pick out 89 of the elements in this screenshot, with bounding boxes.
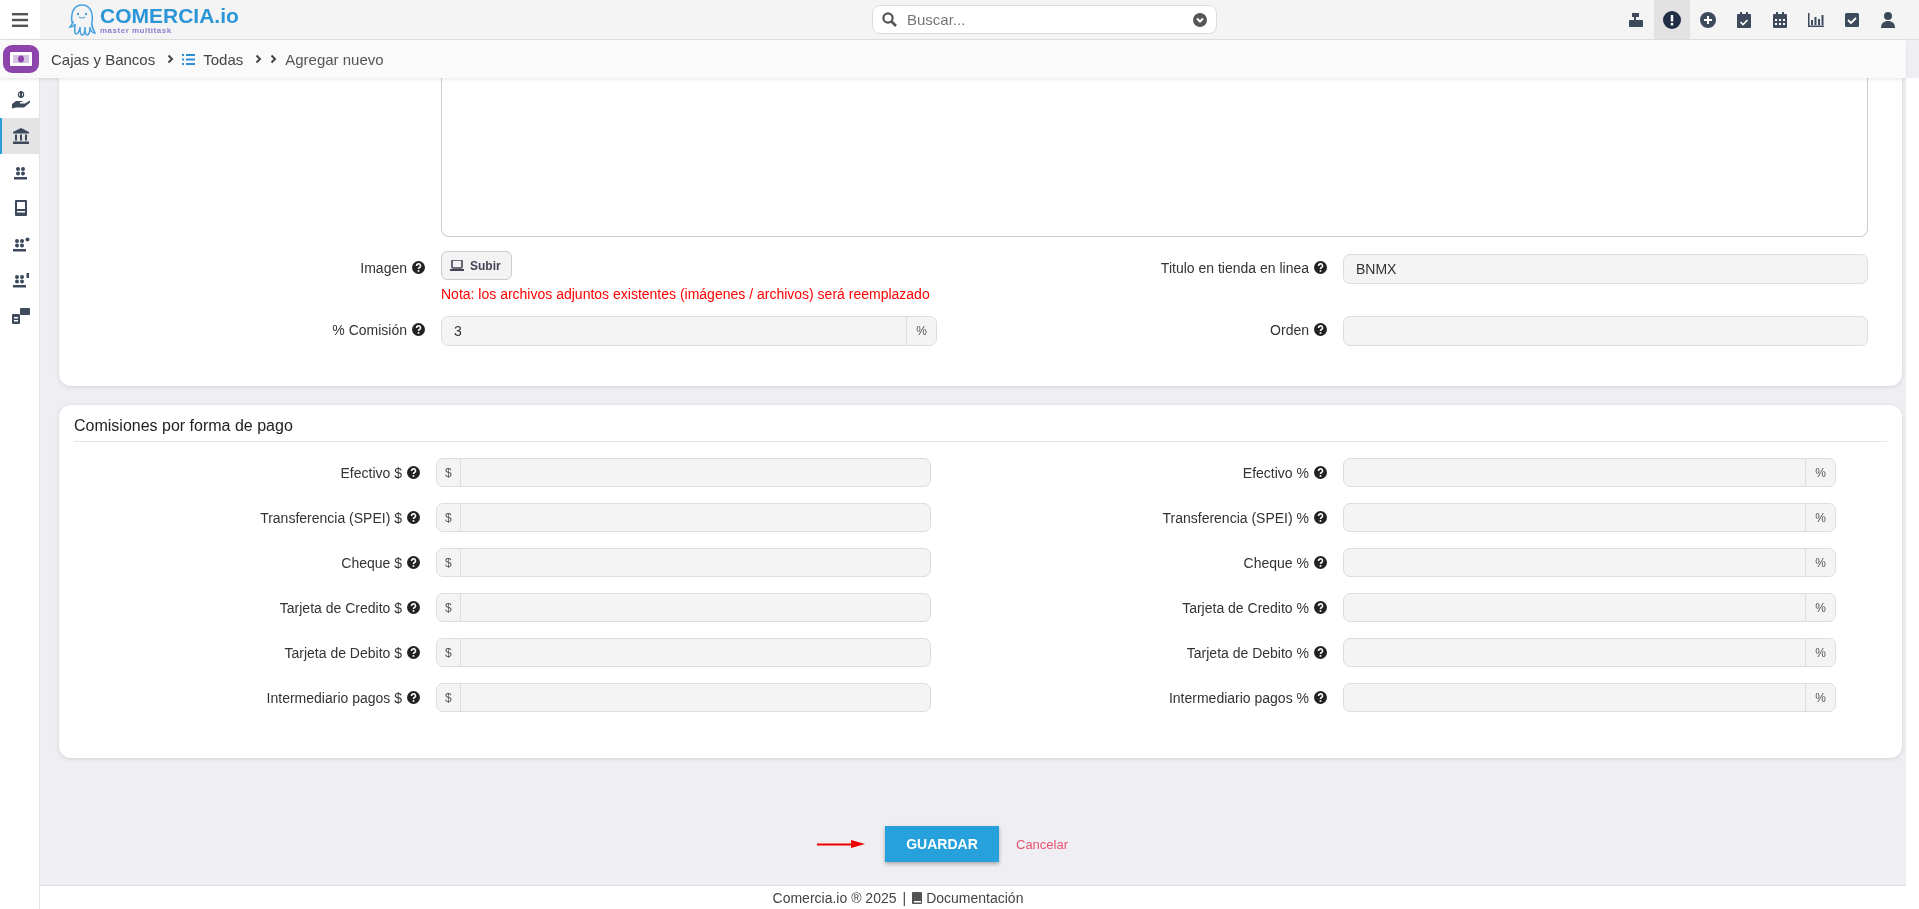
separator: | (902, 890, 907, 906)
amount-field[interactable]: $ (436, 503, 931, 532)
amount-field[interactable]: $ (436, 683, 931, 712)
calendar-check-icon (1737, 11, 1751, 28)
help-icon (407, 466, 420, 479)
search-icon (882, 12, 897, 27)
help-icon (407, 601, 420, 614)
chevron-icon (167, 54, 175, 64)
user-icon (1881, 11, 1895, 28)
breadcrumb-link[interactable]: Cajas y Bancos (51, 50, 156, 68)
text-field[interactable]: BNMX (1343, 254, 1868, 284)
book-icon (912, 892, 923, 904)
help-icon (1314, 261, 1327, 274)
field-label: Orden (1270, 321, 1309, 338)
bar-chart-icon (1808, 12, 1824, 27)
help-icon (1314, 466, 1327, 479)
sidebar-item[interactable] (0, 118, 39, 154)
percent-field[interactable]: 3 % (441, 316, 937, 346)
menu-icon (12, 12, 28, 27)
section-title: Comisiones por forma de pago (74, 405, 1887, 442)
field-label: Tarjeta de Credito % (1182, 599, 1309, 616)
breadcrumb-current: Agregar nuevo (285, 50, 384, 68)
calendar-icon (1773, 11, 1787, 28)
search-field[interactable]: Buscar... (872, 5, 1217, 34)
list-icon (182, 53, 196, 65)
help-icon (1314, 511, 1327, 524)
notebook-icon (14, 200, 27, 216)
help-icon (407, 646, 420, 659)
field-label: Tarjeta de Credito $ (279, 599, 402, 616)
documentation-link[interactable]: Documentación (912, 890, 1024, 906)
help-icon (1314, 556, 1327, 569)
field-label: Efectivo % (1242, 464, 1309, 481)
cards-icon (11, 308, 30, 324)
upload-button[interactable]: Subir (441, 251, 512, 280)
help-icon (1314, 691, 1327, 704)
copyright-text: Comercia.io ® 2025 (772, 890, 897, 906)
field-label: Efectivo $ (340, 464, 402, 481)
hand-coin-icon (11, 91, 30, 109)
percent-field[interactable]: % (1343, 458, 1836, 487)
arrow-icon (817, 840, 865, 848)
dots-grid-icon (11, 272, 30, 288)
percent-field[interactable]: % (1343, 593, 1836, 622)
field-label: Cheque $ (341, 554, 402, 571)
help-icon (412, 261, 425, 274)
banknote-icon (10, 52, 32, 66)
module-badge[interactable] (3, 45, 39, 73)
dots-grid-icon (11, 236, 30, 252)
octopus-logo-icon (68, 3, 96, 36)
dots-grid-icon (13, 164, 28, 180)
amount-field[interactable]: $ (436, 593, 931, 622)
help-icon (1314, 646, 1327, 659)
checkbox-icon (1845, 12, 1859, 27)
help-icon (407, 556, 420, 569)
scrollbar[interactable] (1906, 78, 1919, 909)
field-label: Imagen (360, 259, 407, 276)
warning-note: Nota: los archivos adjuntos existentes (imágenes / archivos) será reemplazado (441, 286, 931, 302)
percent-field[interactable]: % (1343, 638, 1836, 667)
amount-field[interactable]: $ (436, 638, 931, 667)
brand-tagline: master multitask (100, 26, 173, 35)
field-label: Titulo en tienda en linea (1160, 259, 1309, 276)
alert-icon (1663, 10, 1681, 29)
percent-field[interactable]: % (1343, 683, 1836, 712)
amount-field[interactable]: $ (436, 548, 931, 577)
brand-name: COMERCIA.io (100, 4, 239, 26)
dropdown-icon[interactable] (1193, 12, 1207, 27)
text-field[interactable] (1343, 316, 1868, 346)
help-icon (407, 691, 420, 704)
help-icon (412, 323, 425, 336)
help-icon (407, 511, 420, 524)
field-label: Tarjeta de Debito % (1186, 644, 1309, 661)
field-label: % Comisión (332, 321, 407, 338)
breadcrumb-link[interactable]: Todas (203, 50, 244, 68)
cash-register-icon (1628, 11, 1644, 28)
laptop-icon (450, 260, 464, 271)
menu-button[interactable] (0, 0, 40, 39)
amount-field[interactable]: $ (436, 458, 931, 487)
field-label: Cheque % (1243, 554, 1309, 571)
field-label: Transferencia (SPEI) $ (260, 509, 402, 526)
percent-field[interactable]: % (1343, 548, 1836, 577)
help-icon (1314, 323, 1327, 336)
field-label: Intermediario pagos % (1168, 689, 1309, 706)
field-label: Transferencia (SPEI) % (1162, 509, 1309, 526)
add-icon (1700, 11, 1716, 28)
field-label: Intermediario pagos $ (266, 689, 402, 706)
percent-field[interactable]: % (1343, 503, 1836, 532)
help-icon (1314, 601, 1327, 614)
bank-icon (12, 128, 29, 144)
toolbar-button[interactable] (1654, 0, 1690, 39)
field-label: Tarjeta de Debito $ (284, 644, 402, 661)
